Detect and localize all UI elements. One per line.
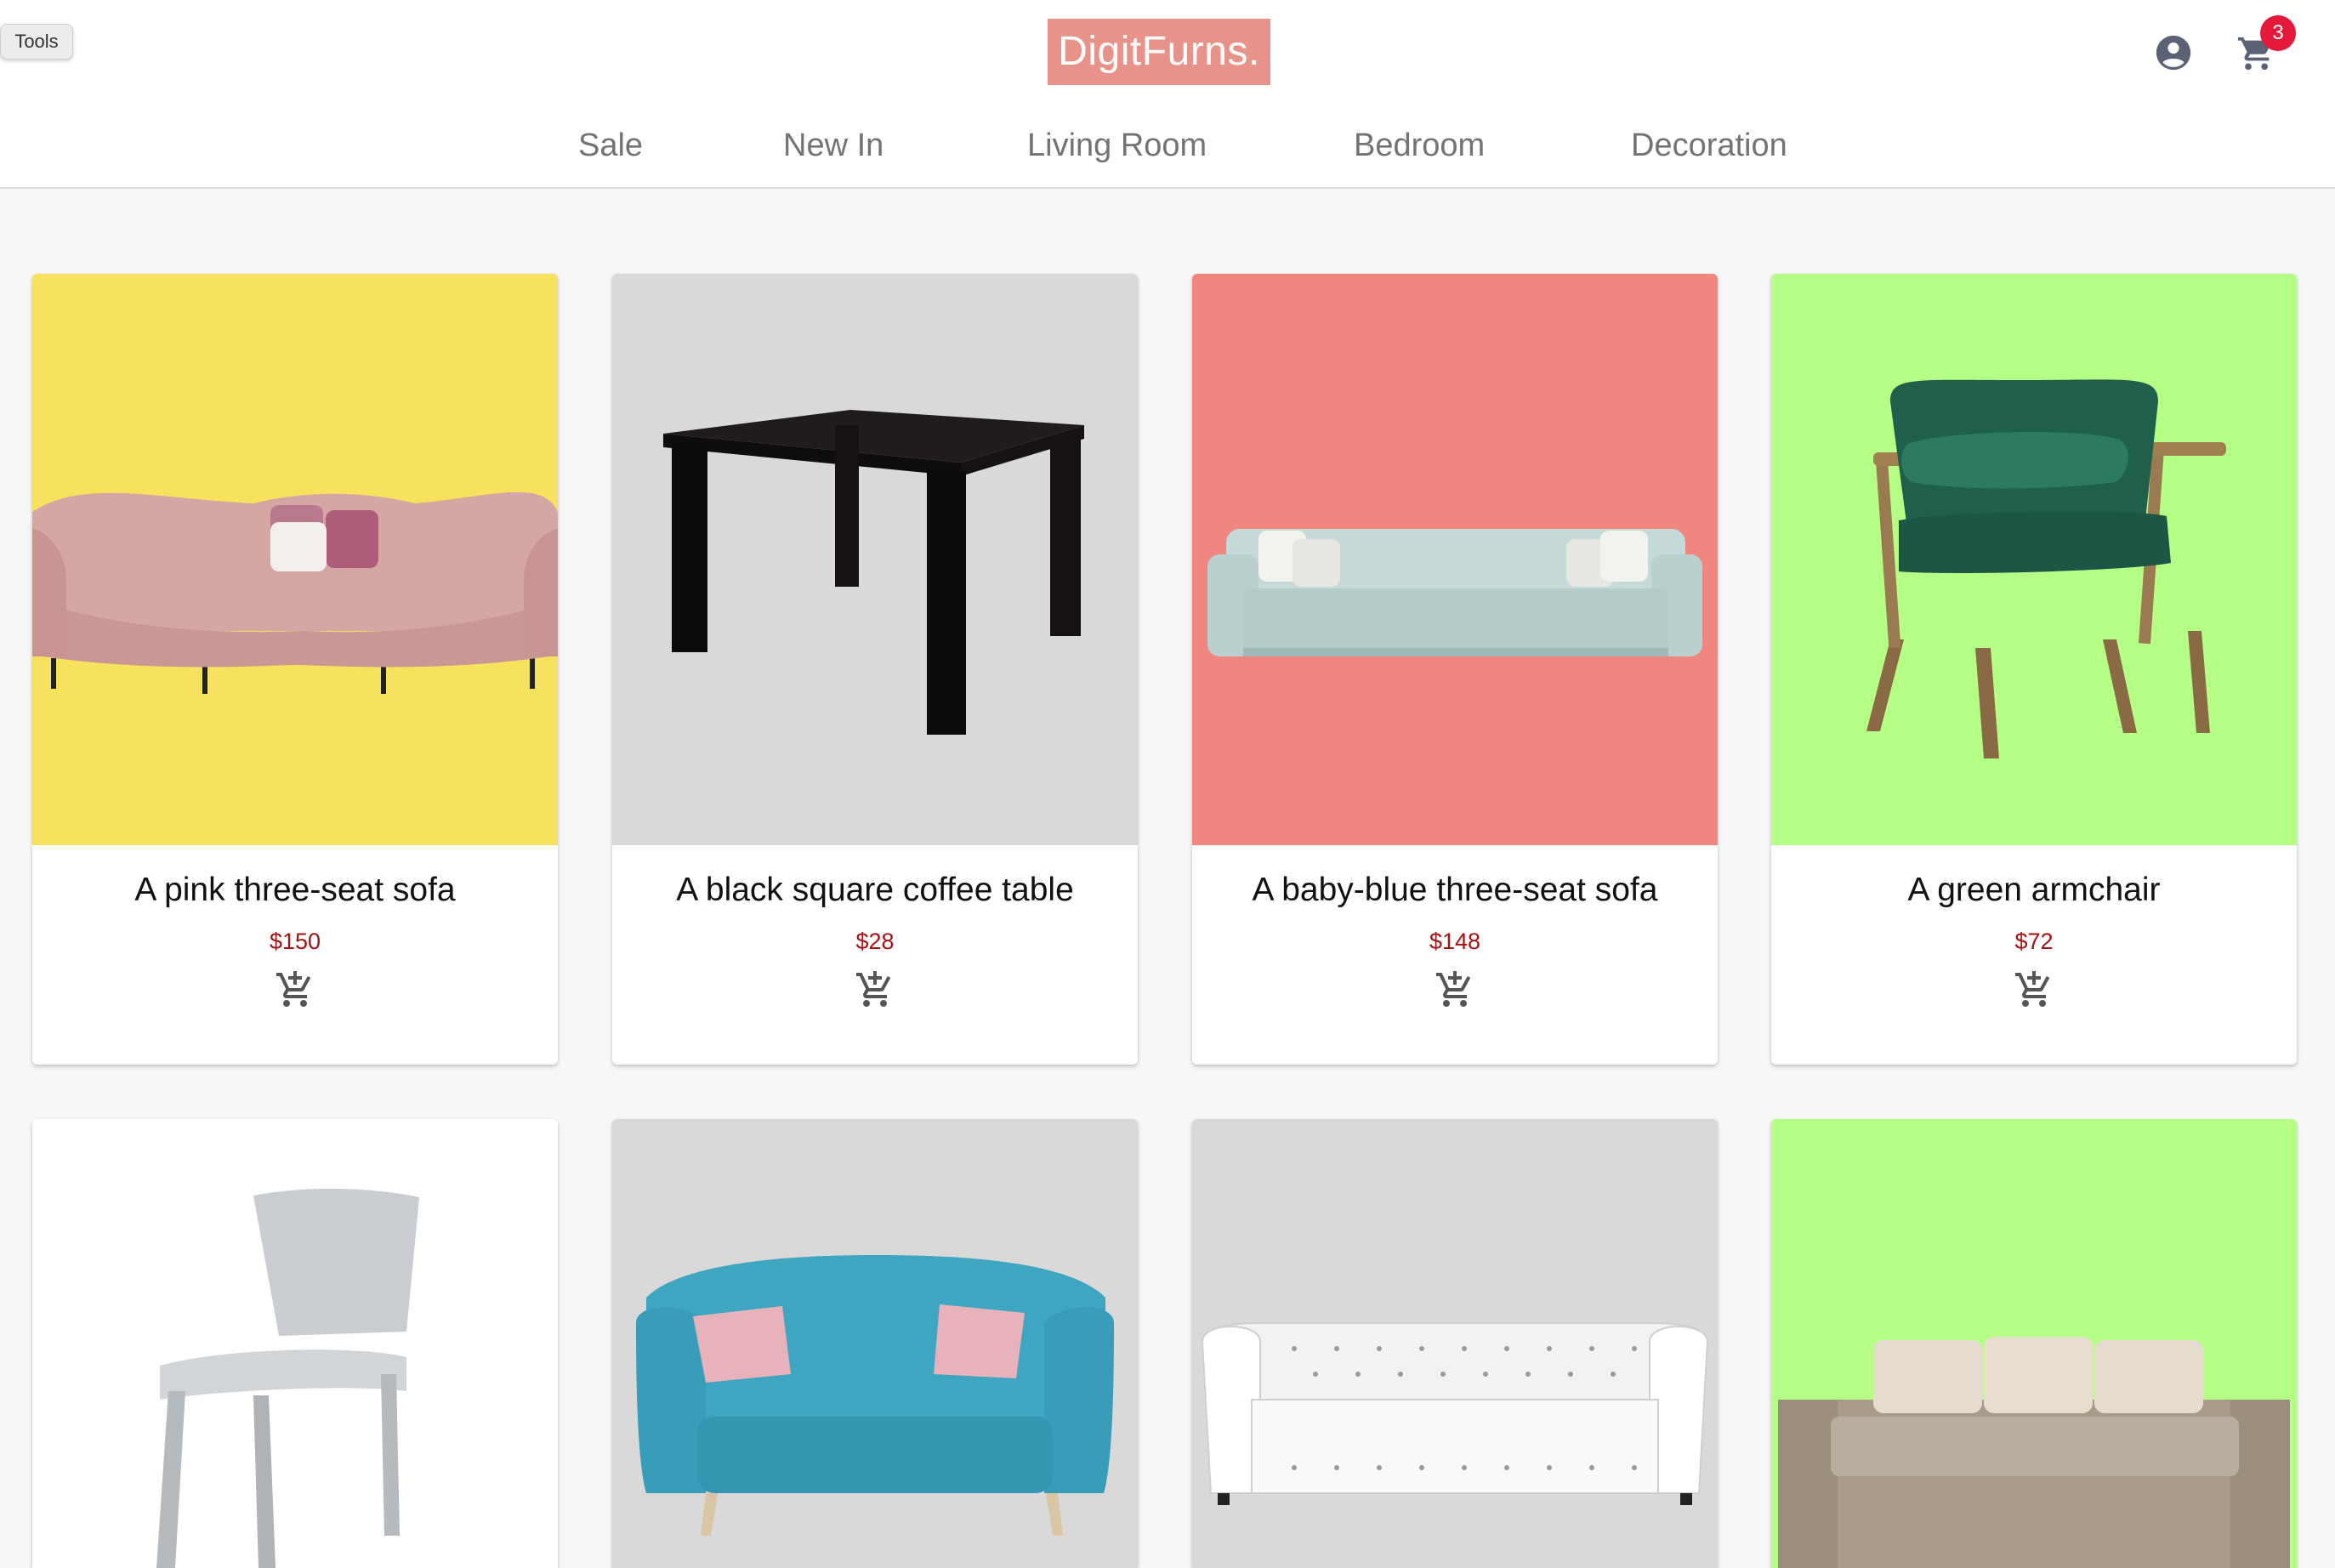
- account-circle-icon[interactable]: [2155, 34, 2192, 71]
- nav-item-new-in[interactable]: New In: [783, 124, 883, 167]
- add-shopping-cart-icon[interactable]: [855, 969, 895, 1010]
- product-image[interactable]: [32, 274, 558, 845]
- product-card[interactable]: A pink three-seat sofa $150: [32, 274, 558, 1065]
- white-chair-image: [32, 1119, 558, 1568]
- product-price: $150: [269, 929, 321, 954]
- product-title[interactable]: A pink three-seat sofa: [32, 869, 558, 912]
- coffee-table-image: [612, 274, 1138, 845]
- product-card[interactable]: [1771, 1119, 2297, 1568]
- product-card[interactable]: A green armchair $72: [1771, 274, 2297, 1065]
- nav-item-bedroom[interactable]: Bedroom: [1354, 124, 1485, 167]
- wicker-sofa-image: [1771, 1119, 2297, 1568]
- product-card[interactable]: A black square coffee table $28: [612, 274, 1138, 1065]
- product-image[interactable]: [612, 274, 1138, 845]
- product-card[interactable]: [32, 1119, 558, 1568]
- product-image[interactable]: [1192, 1119, 1718, 1568]
- cart-count-badge: 3: [2260, 15, 2296, 51]
- teal-loveseat-image: [612, 1119, 1138, 1568]
- tools-button[interactable]: Tools: [0, 24, 73, 60]
- site-logo[interactable]: DigitFurns.: [1048, 19, 1270, 85]
- white-chesterfield-image: [1192, 1119, 1718, 1568]
- product-title[interactable]: A black square coffee table: [612, 869, 1138, 912]
- site-header: Tools DigitFurns. 3 Sale New In Living R…: [0, 0, 2335, 189]
- green-armchair-image: [1771, 274, 2297, 845]
- nav-item-decoration[interactable]: Decoration: [1631, 124, 1787, 167]
- main-nav: Sale New In Living Room Bedroom Decorati…: [0, 124, 2335, 167]
- product-card[interactable]: A baby-blue three-seat sofa $148: [1192, 274, 1718, 1065]
- product-image[interactable]: [1771, 1119, 2297, 1568]
- product-image[interactable]: [32, 1119, 558, 1568]
- add-shopping-cart-icon[interactable]: [1435, 969, 1475, 1010]
- product-price: $72: [2014, 929, 2054, 954]
- pink-sofa-image: [32, 274, 558, 845]
- product-title[interactable]: A green armchair: [1771, 869, 2297, 912]
- product-price: $28: [855, 929, 895, 954]
- product-image[interactable]: [612, 1119, 1138, 1568]
- nav-item-sale[interactable]: Sale: [578, 124, 643, 167]
- product-price: $148: [1429, 929, 1481, 954]
- nav-item-living-room[interactable]: Living Room: [1027, 124, 1207, 167]
- baby-blue-sofa-image: [1192, 274, 1718, 845]
- add-shopping-cart-icon[interactable]: [2014, 969, 2054, 1010]
- product-card[interactable]: [612, 1119, 1138, 1568]
- add-shopping-cart-icon[interactable]: [275, 969, 315, 1010]
- product-image[interactable]: [1771, 274, 2297, 845]
- product-title[interactable]: A baby-blue three-seat sofa: [1192, 869, 1718, 912]
- product-card[interactable]: [1192, 1119, 1718, 1568]
- product-image[interactable]: [1192, 274, 1718, 845]
